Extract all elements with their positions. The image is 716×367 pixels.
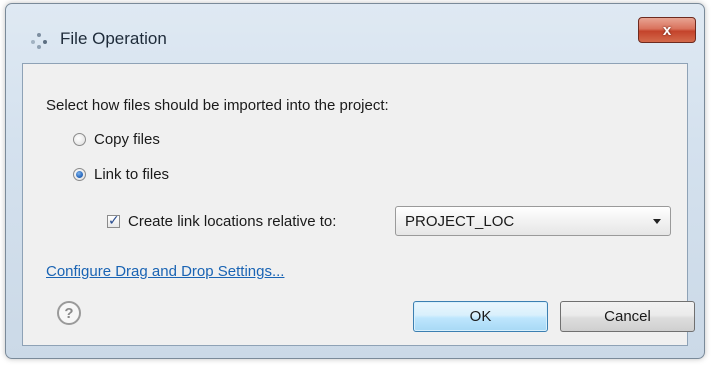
- ok-button[interactable]: OK: [413, 301, 548, 332]
- window-title: File Operation: [60, 29, 167, 48]
- close-button[interactable]: x: [638, 17, 696, 43]
- title-bar[interactable]: File Operation x: [6, 4, 704, 60]
- dropdown-arrow-icon: [653, 219, 661, 224]
- help-icon[interactable]: ?: [57, 301, 81, 325]
- relative-location-select[interactable]: PROJECT_LOC: [395, 206, 671, 236]
- checkmark-icon: ✓: [108, 212, 120, 228]
- radio-button-checked[interactable]: [73, 168, 86, 181]
- radio-link-files-label: Link to files: [94, 166, 170, 183]
- dialog-body: Select how files should be imported into…: [22, 63, 695, 346]
- app-icon: [31, 33, 47, 49]
- relative-location-checkbox[interactable]: ✓: [107, 212, 120, 228]
- relative-location-label: Create link locations relative to:: [128, 213, 337, 230]
- relative-location-option[interactable]: ✓ Create link locations relative to:: [107, 212, 337, 230]
- configure-drag-drop-link[interactable]: Configure Drag and Drop Settings...: [46, 263, 284, 280]
- radio-button-unchecked[interactable]: [73, 133, 86, 146]
- close-icon: x: [662, 21, 672, 39]
- radio-link-files[interactable]: Link to files: [73, 166, 169, 183]
- radio-copy-files[interactable]: Copy files: [73, 131, 160, 148]
- radio-copy-files-label: Copy files: [94, 131, 160, 148]
- cancel-button[interactable]: Cancel: [560, 301, 695, 332]
- file-operation-dialog: File Operation x Select how files should…: [5, 3, 705, 359]
- instruction-text: Select how files should be imported into…: [46, 97, 389, 114]
- relative-location-value: PROJECT_LOC: [405, 213, 515, 230]
